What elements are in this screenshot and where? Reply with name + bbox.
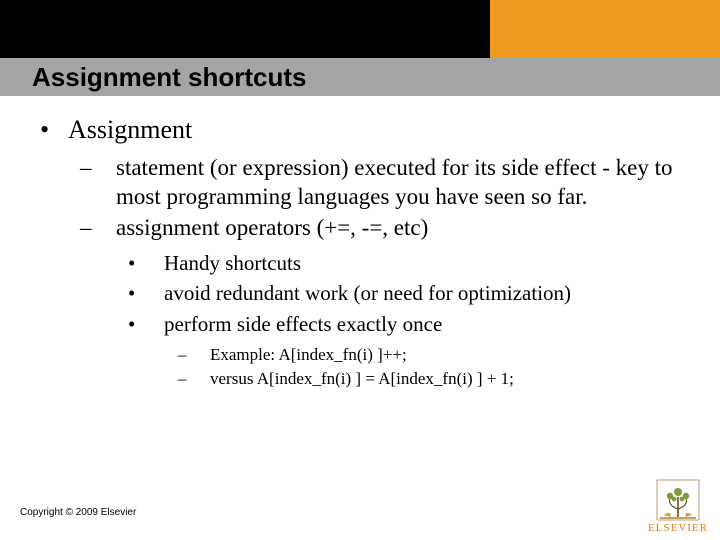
- slide-body: Assignment statement (or expression) exe…: [0, 96, 720, 391]
- bullet-l1-text: Assignment: [68, 115, 192, 144]
- bullet-l2b-text: assignment operators (+=, -=, etc): [116, 215, 428, 240]
- slide-header: Assignment shortcuts: [0, 0, 720, 96]
- bullet-l3: avoid redundant work (or need for optimi…: [146, 279, 676, 307]
- header-orange-box: [490, 0, 720, 58]
- bullet-l4a-text: Example: A[index_fn(i) ]++;: [210, 345, 407, 364]
- publisher-logo: ELSEVIER: [648, 479, 708, 534]
- bullet-l3b-text: avoid redundant work (or need for optimi…: [164, 281, 571, 305]
- slide-title: Assignment shortcuts: [32, 58, 307, 96]
- bullet-l4: Example: A[index_fn(i) ]++;: [194, 344, 676, 367]
- bullet-l3: Handy shortcuts: [146, 249, 676, 277]
- bullet-l3: perform side effects exactly once Exampl…: [146, 310, 676, 391]
- publisher-logo-text: ELSEVIER: [648, 522, 708, 534]
- bullet-l2: statement (or expression) executed for i…: [98, 153, 676, 212]
- bullet-l1: Assignment statement (or expression) exe…: [44, 114, 676, 391]
- bullet-l2a-text: statement (or expression) executed for i…: [116, 155, 672, 209]
- bullet-l3a-text: Handy shortcuts: [164, 251, 301, 275]
- bullet-l4b-text: versus A[index_fn(i) ] = A[index_fn(i) ]…: [210, 369, 514, 388]
- elsevier-tree-icon: [656, 479, 700, 521]
- copyright-text: Copyright © 2009 Elsevier: [20, 507, 136, 518]
- bullet-l4: versus A[index_fn(i) ] = A[index_fn(i) ]…: [194, 368, 676, 391]
- bullet-l3c-text: perform side effects exactly once: [164, 312, 442, 336]
- bullet-l2: assignment operators (+=, -=, etc) Handy…: [98, 213, 676, 390]
